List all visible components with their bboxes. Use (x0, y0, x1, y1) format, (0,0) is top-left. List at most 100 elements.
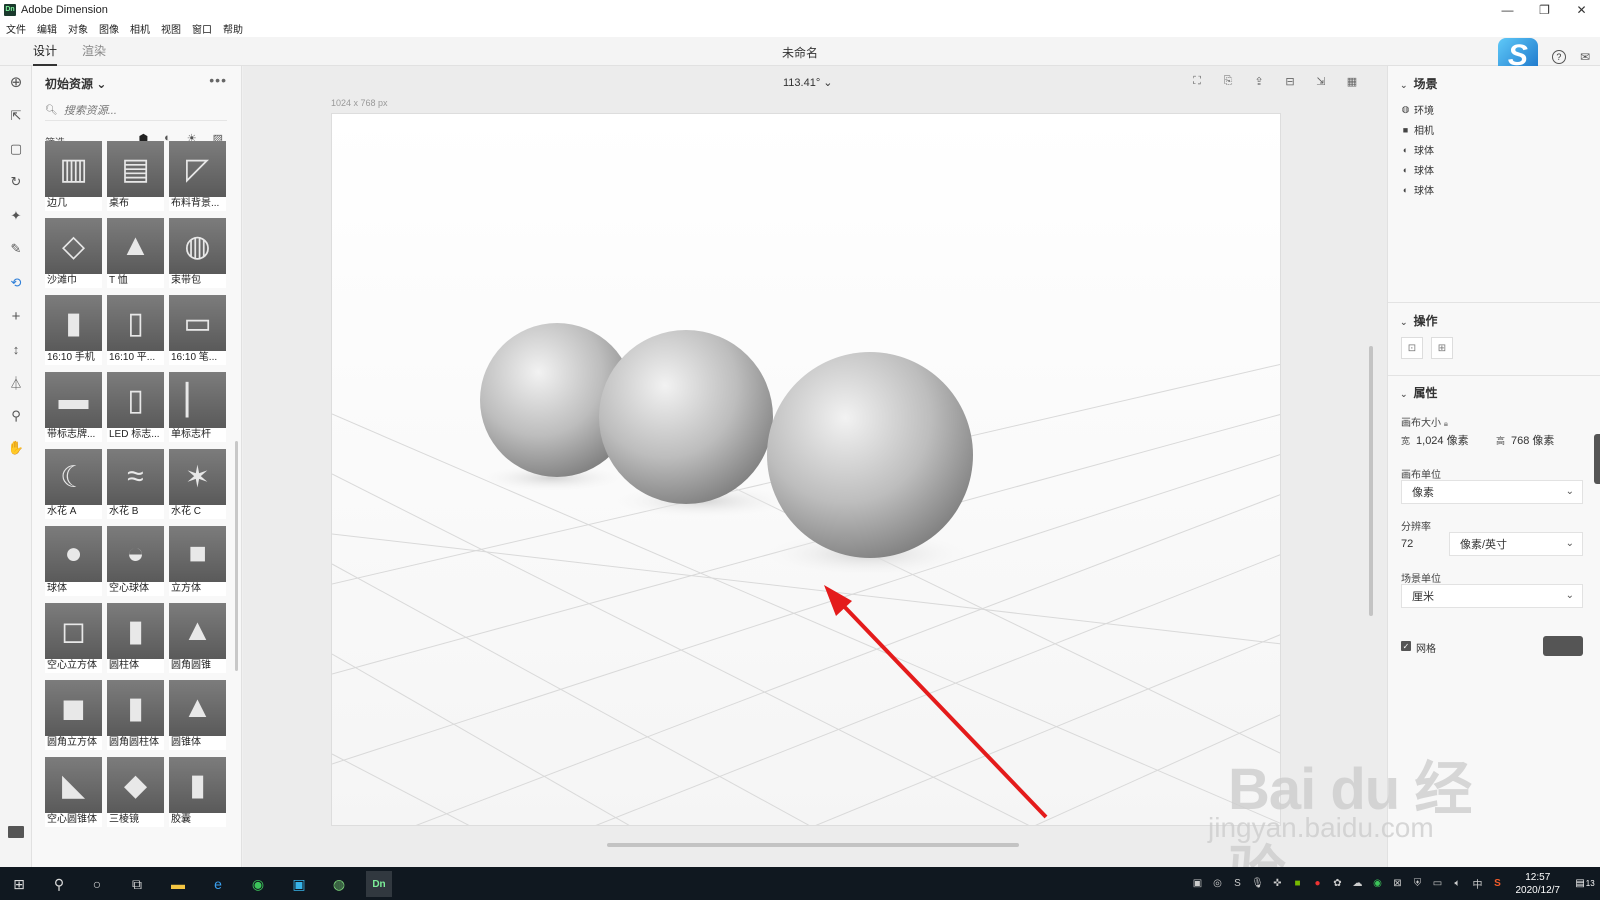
assets-title[interactable]: 初始资源 ⌄ (45, 75, 106, 92)
asset-item-hollow-cone[interactable]: ◣ 空心圆锥体 (45, 757, 102, 827)
scene-unit-select[interactable]: 厘米 ⌄ (1401, 584, 1583, 608)
menu-file[interactable]: 文件 (6, 21, 26, 36)
close-button[interactable]: ✕ (1563, 0, 1600, 19)
asset-item-t-shirt[interactable]: ▲ T 恤 (107, 218, 164, 288)
asset-item-tablecloth[interactable]: ▤ 桌布 (107, 141, 164, 211)
dolly-tool-icon[interactable]: ↕ (6, 339, 26, 359)
orbit-tool-icon[interactable]: ⟲ (6, 273, 26, 293)
eyedropper-icon[interactable]: ✎ (6, 239, 26, 259)
file-explorer-icon[interactable]: ▬ (165, 871, 191, 897)
tray-sync-icon[interactable]: ◎ (1210, 876, 1226, 892)
asset-item-splash-b[interactable]: ≈ 水花 B (107, 449, 164, 519)
tray-app-icon[interactable]: ▣ (1190, 876, 1206, 892)
dimension-taskbar-icon[interactable]: Dn (366, 871, 392, 897)
asset-item-cone[interactable]: ▲ 圆锥体 (169, 680, 226, 750)
asset-item-side-table[interactable]: ▥ 边几 (45, 141, 102, 211)
camera-fov-control[interactable]: 113.41° ⌄ (783, 76, 833, 89)
asset-item-led-sign[interactable]: ▯ LED 标志... (107, 372, 164, 442)
tray-app-icon[interactable]: ✿ (1330, 876, 1346, 892)
feedback-icon[interactable]: ✉ (1580, 50, 1590, 64)
panel-resize-handle[interactable] (1594, 434, 1600, 484)
lock-icon[interactable]: 🔒︎ (1444, 419, 1448, 428)
browser-icon[interactable]: ◍ (326, 871, 352, 897)
tab-render[interactable]: 渲染 (82, 42, 106, 66)
tab-design[interactable]: 设计 (33, 42, 58, 66)
width-field[interactable]: 宽 1,024 像素 (1401, 432, 1469, 448)
menu-window[interactable]: 窗口 (192, 21, 212, 36)
rotate-tool-icon[interactable]: ↻ (6, 172, 26, 192)
tray-app-icon[interactable]: ✜ (1270, 876, 1286, 892)
asset-item-prism[interactable]: ◆ 三棱镜 (107, 757, 164, 827)
add-icon[interactable]: ⊕ (6, 72, 26, 92)
asset-item-phone-16-10[interactable]: ▮ 16:10 手机 (45, 295, 102, 365)
cortana-icon[interactable]: ○ (84, 871, 110, 897)
clock[interactable]: 12:57 2020/12/7 (1516, 871, 1561, 897)
ungroup-action-icon[interactable]: ⊞ (1431, 337, 1453, 359)
hand-icon[interactable]: ✋ (6, 438, 26, 458)
wechat-icon[interactable]: ◉ (245, 871, 271, 897)
asset-item-splash-a[interactable]: ☾ 水花 A (45, 449, 102, 519)
grid-color-swatch[interactable] (1543, 636, 1583, 656)
height-field[interactable]: 高 768 像素 (1496, 432, 1554, 448)
network-icon[interactable]: ▭ (1430, 876, 1446, 892)
frame-icon[interactable]: ⛶ (1190, 74, 1204, 88)
volume-icon[interactable]: 🔈︎ (1450, 876, 1466, 892)
canvas-unit-select[interactable]: 像素 ⌄ (1401, 480, 1583, 504)
resolution-input[interactable]: 72 (1401, 538, 1413, 550)
tray-mic-icon[interactable]: 🎙︎ (1250, 876, 1266, 892)
assets-scrollbar[interactable] (235, 441, 238, 671)
vertical-scrollbar[interactable] (1369, 346, 1373, 616)
tray-security-icon[interactable]: ⛨ (1410, 876, 1426, 892)
asset-item-rounded-cube[interactable]: ◼ 圆角立方体 (45, 680, 102, 750)
app-icon[interactable]: ▣ (286, 871, 312, 897)
scene-item[interactable]: ◍ 环境 (1401, 102, 1434, 117)
menu-edit[interactable]: 编辑 (37, 21, 57, 36)
tray-app-icon[interactable]: ⊠ (1390, 876, 1406, 892)
sogou-ime-icon[interactable]: S (1490, 876, 1506, 892)
menu-view[interactable]: 视图 (161, 21, 181, 36)
search-icon[interactable]: ⚲ (46, 871, 72, 897)
actions-section-header[interactable]: ⌄ 操作 (1400, 312, 1438, 329)
menu-help[interactable]: 帮助 (223, 21, 243, 36)
move-tool-icon[interactable]: ▢ (6, 139, 26, 159)
asset-item-single-pole-sign[interactable]: ▏ 单标志杆 (169, 372, 226, 442)
magic-wand-icon[interactable]: ✦ (6, 206, 26, 226)
archive-icon[interactable] (8, 826, 24, 838)
asset-item-cylinder[interactable]: ▮ 圆柱体 (107, 603, 164, 673)
asset-item-hollow-sphere[interactable]: ◒ 空心球体 (107, 526, 164, 596)
zoom-icon[interactable]: ⚲ (6, 406, 26, 426)
share-icon[interactable]: ⇪ (1252, 74, 1266, 88)
asset-item-rounded-cylinder[interactable]: ▮ 圆角圆柱体 (107, 680, 164, 750)
horizon-tool-icon[interactable]: ⏃ (6, 372, 26, 392)
pan-tool-icon[interactable]: + (6, 306, 26, 326)
asset-item-fabric-backdrop[interactable]: ◸ 布料背景... (169, 141, 226, 211)
scene-item[interactable]: ■ 相机 (1401, 122, 1434, 138)
notification-center-icon[interactable]: ▤ 13 (1570, 867, 1600, 900)
task-view-icon[interactable]: ⧉ (124, 871, 150, 897)
tray-nvidia-icon[interactable]: ■ (1290, 876, 1306, 892)
tray-skype-icon[interactable]: S (1230, 876, 1246, 892)
menu-camera[interactable]: 相机 (130, 21, 150, 36)
search-input[interactable] (63, 104, 224, 117)
tray-wechat-icon[interactable]: ◉ (1370, 876, 1386, 892)
asset-item-drawstring-bag[interactable]: ◍ 束带包 (169, 218, 226, 288)
properties-section-header[interactable]: ⌄ 属性 (1400, 384, 1438, 401)
ime-indicator[interactable]: 中 (1470, 876, 1486, 892)
render-preview-icon[interactable]: ▦ (1345, 74, 1359, 88)
scene-item[interactable]: ◐ 球体 (1401, 182, 1434, 198)
scene-item[interactable]: ◐ 球体 (1401, 142, 1434, 158)
minimize-button[interactable]: — (1489, 0, 1526, 19)
resolution-unit-select[interactable]: 像素/英寸 ⌄ (1449, 532, 1583, 556)
asset-item-cube[interactable]: ■ 立方体 (169, 526, 226, 596)
asset-item-signpost[interactable]: ▬ 带标志牌... (45, 372, 102, 442)
horizontal-scrollbar[interactable] (607, 843, 1019, 847)
asset-item-rounded-cone[interactable]: ▲ 圆角圆锥 (169, 603, 226, 673)
sphere-3[interactable] (767, 352, 973, 558)
restore-button[interactable]: ❐ (1526, 0, 1563, 19)
grid-checkbox[interactable]: ✓ (1401, 641, 1411, 651)
scene-item[interactable]: ◐ 球体 (1401, 162, 1434, 178)
asset-item-hollow-cube[interactable]: ◻ 空心立方体 (45, 603, 102, 673)
menu-image[interactable]: 图像 (99, 21, 119, 36)
asset-item-splash-c[interactable]: ✶ 水花 C (169, 449, 226, 519)
edge-browser-icon[interactable]: e (205, 871, 231, 897)
